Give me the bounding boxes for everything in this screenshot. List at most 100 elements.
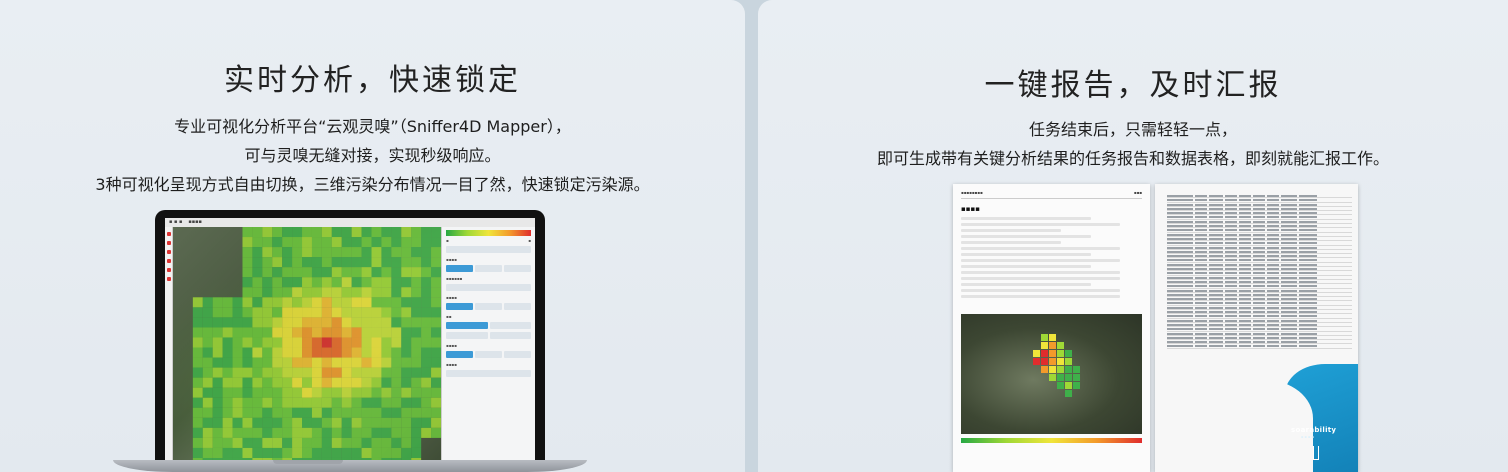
- heatmap-cell: [321, 427, 332, 438]
- heatmap-cell: [411, 327, 422, 338]
- heatmap-cell: [351, 297, 362, 308]
- heatmap-cell: [411, 387, 422, 398]
- heatmap-cell: [331, 327, 342, 338]
- heatmap-cell: [292, 237, 303, 248]
- heatmap-cell: [371, 227, 382, 238]
- heatmap-cell: [232, 297, 243, 308]
- heatmap-cell: [302, 357, 312, 368]
- heatmap-cell: [361, 347, 372, 358]
- heatmap-cell: [361, 237, 372, 248]
- heatmap-cell: [411, 437, 422, 448]
- heatmap-cell: [242, 307, 253, 318]
- heatmap-cell: [272, 297, 283, 308]
- heatmap-cell: [232, 347, 243, 358]
- heatmap-cell: [401, 447, 412, 458]
- heatmap-cell: [351, 287, 362, 298]
- heatmap-cell: [311, 237, 322, 248]
- heatmap-cell: [262, 367, 273, 378]
- heatmap-cell: [252, 437, 263, 448]
- heatmap-cell: [292, 447, 303, 458]
- heatmap-cell: [321, 287, 332, 298]
- heatmap-cell: [311, 227, 322, 238]
- satellite-heatmap: [173, 227, 441, 460]
- heatmap-cell: [282, 307, 293, 318]
- heatmap-cell: [242, 347, 253, 358]
- heatmap-cell: [321, 297, 332, 308]
- heatmap-cell: [401, 257, 412, 268]
- heatmap-cell: [371, 387, 382, 398]
- heatmap-cell: [401, 247, 412, 258]
- laptop-base: [113, 460, 587, 472]
- report-heatmap-cell: [1065, 366, 1072, 373]
- report-booklet-mockup: ▪▪▪▪▪▪▪▪ ▪▪▪ ▪▪▪▪ soarability ▪ ▪ ▪ ▪: [953, 184, 1358, 472]
- heatmap-cell: [202, 337, 213, 348]
- heatmap-cell: [272, 277, 283, 288]
- heatmap-cell: [421, 257, 432, 268]
- heatmap-cell: [242, 427, 253, 438]
- report-heatmap-cell: [1065, 358, 1072, 365]
- heatmap-cell: [331, 297, 342, 308]
- feature-panel-analysis: 实时分析，快速锁定 专业可视化分析平台“云观灵嗅”（Sniffer4D Mapp…: [0, 0, 745, 472]
- heatmap-cell: [242, 327, 253, 338]
- heatmap-cell: [381, 357, 392, 368]
- heatmap-cell: [361, 387, 372, 398]
- settings-button: [446, 246, 531, 253]
- heatmap-cell: [262, 237, 273, 248]
- heatmap-cell: [311, 267, 322, 278]
- heatmap-cell: [371, 397, 382, 408]
- heatmap-cell: [252, 237, 263, 248]
- heatmap-cell: [371, 317, 382, 328]
- heatmap-cell: [242, 257, 253, 268]
- heatmap-cell: [411, 267, 422, 278]
- heatmap-cell: [391, 297, 402, 308]
- heatmap-cell: [371, 247, 382, 258]
- heatmap-cell: [371, 287, 382, 298]
- report-heatmap-cell: [1049, 366, 1056, 373]
- heatmap-cell: [401, 337, 412, 348]
- heatmap-cell: [431, 277, 441, 288]
- heatmap-cell: [381, 427, 392, 438]
- heatmap-cell: [371, 417, 382, 428]
- heatmap-cell: [411, 297, 422, 308]
- heatmap-cell: [202, 397, 213, 408]
- heatmap-cell: [302, 317, 312, 328]
- heatmap-cell: [321, 347, 332, 358]
- heatmap-cell: [351, 257, 362, 268]
- heatmap-cell: [431, 257, 441, 268]
- heatmap-cell: [401, 327, 412, 338]
- heatmap-cell: [252, 287, 263, 298]
- heatmap-cell: [272, 227, 283, 238]
- heatmap-cell: [391, 327, 402, 338]
- heatmap-cell: [421, 307, 432, 318]
- heatmap-cell: [321, 387, 332, 398]
- heatmap-cell: [242, 367, 253, 378]
- heatmap-cell: [252, 227, 263, 238]
- heatmap-cell: [411, 417, 422, 428]
- heatmap-cell: [351, 227, 362, 238]
- heatmap-cell: [252, 247, 263, 258]
- heatmap-cell: [282, 347, 293, 358]
- heatmap-cell: [292, 307, 303, 318]
- heatmap-cell: [351, 447, 362, 458]
- heatmap-cell: [311, 367, 322, 378]
- heatmap-cell: [431, 327, 441, 338]
- heatmap-cell: [421, 427, 432, 438]
- heatmap-cell: [202, 297, 213, 308]
- heatmap-cell: [252, 277, 263, 288]
- heatmap-cell: [321, 277, 332, 288]
- heatmap-cell: [431, 387, 441, 398]
- report-heatmap-cell: [1065, 374, 1072, 381]
- heatmap-cell: [361, 257, 372, 268]
- heatmap-cell: [351, 377, 362, 388]
- heatmap-cell: [192, 367, 203, 378]
- heatmap-cell: [282, 277, 293, 288]
- heatmap-cell: [282, 407, 293, 418]
- heatmap-cell: [192, 297, 203, 308]
- heatmap-cell: [321, 257, 332, 268]
- heatmap-cell: [341, 447, 352, 458]
- heatmap-cell: [331, 287, 342, 298]
- heatmap-cell: [331, 437, 342, 448]
- heatmap-cell: [331, 307, 342, 318]
- heatmap-cell: [232, 337, 243, 348]
- heatmap-cell: [431, 397, 441, 408]
